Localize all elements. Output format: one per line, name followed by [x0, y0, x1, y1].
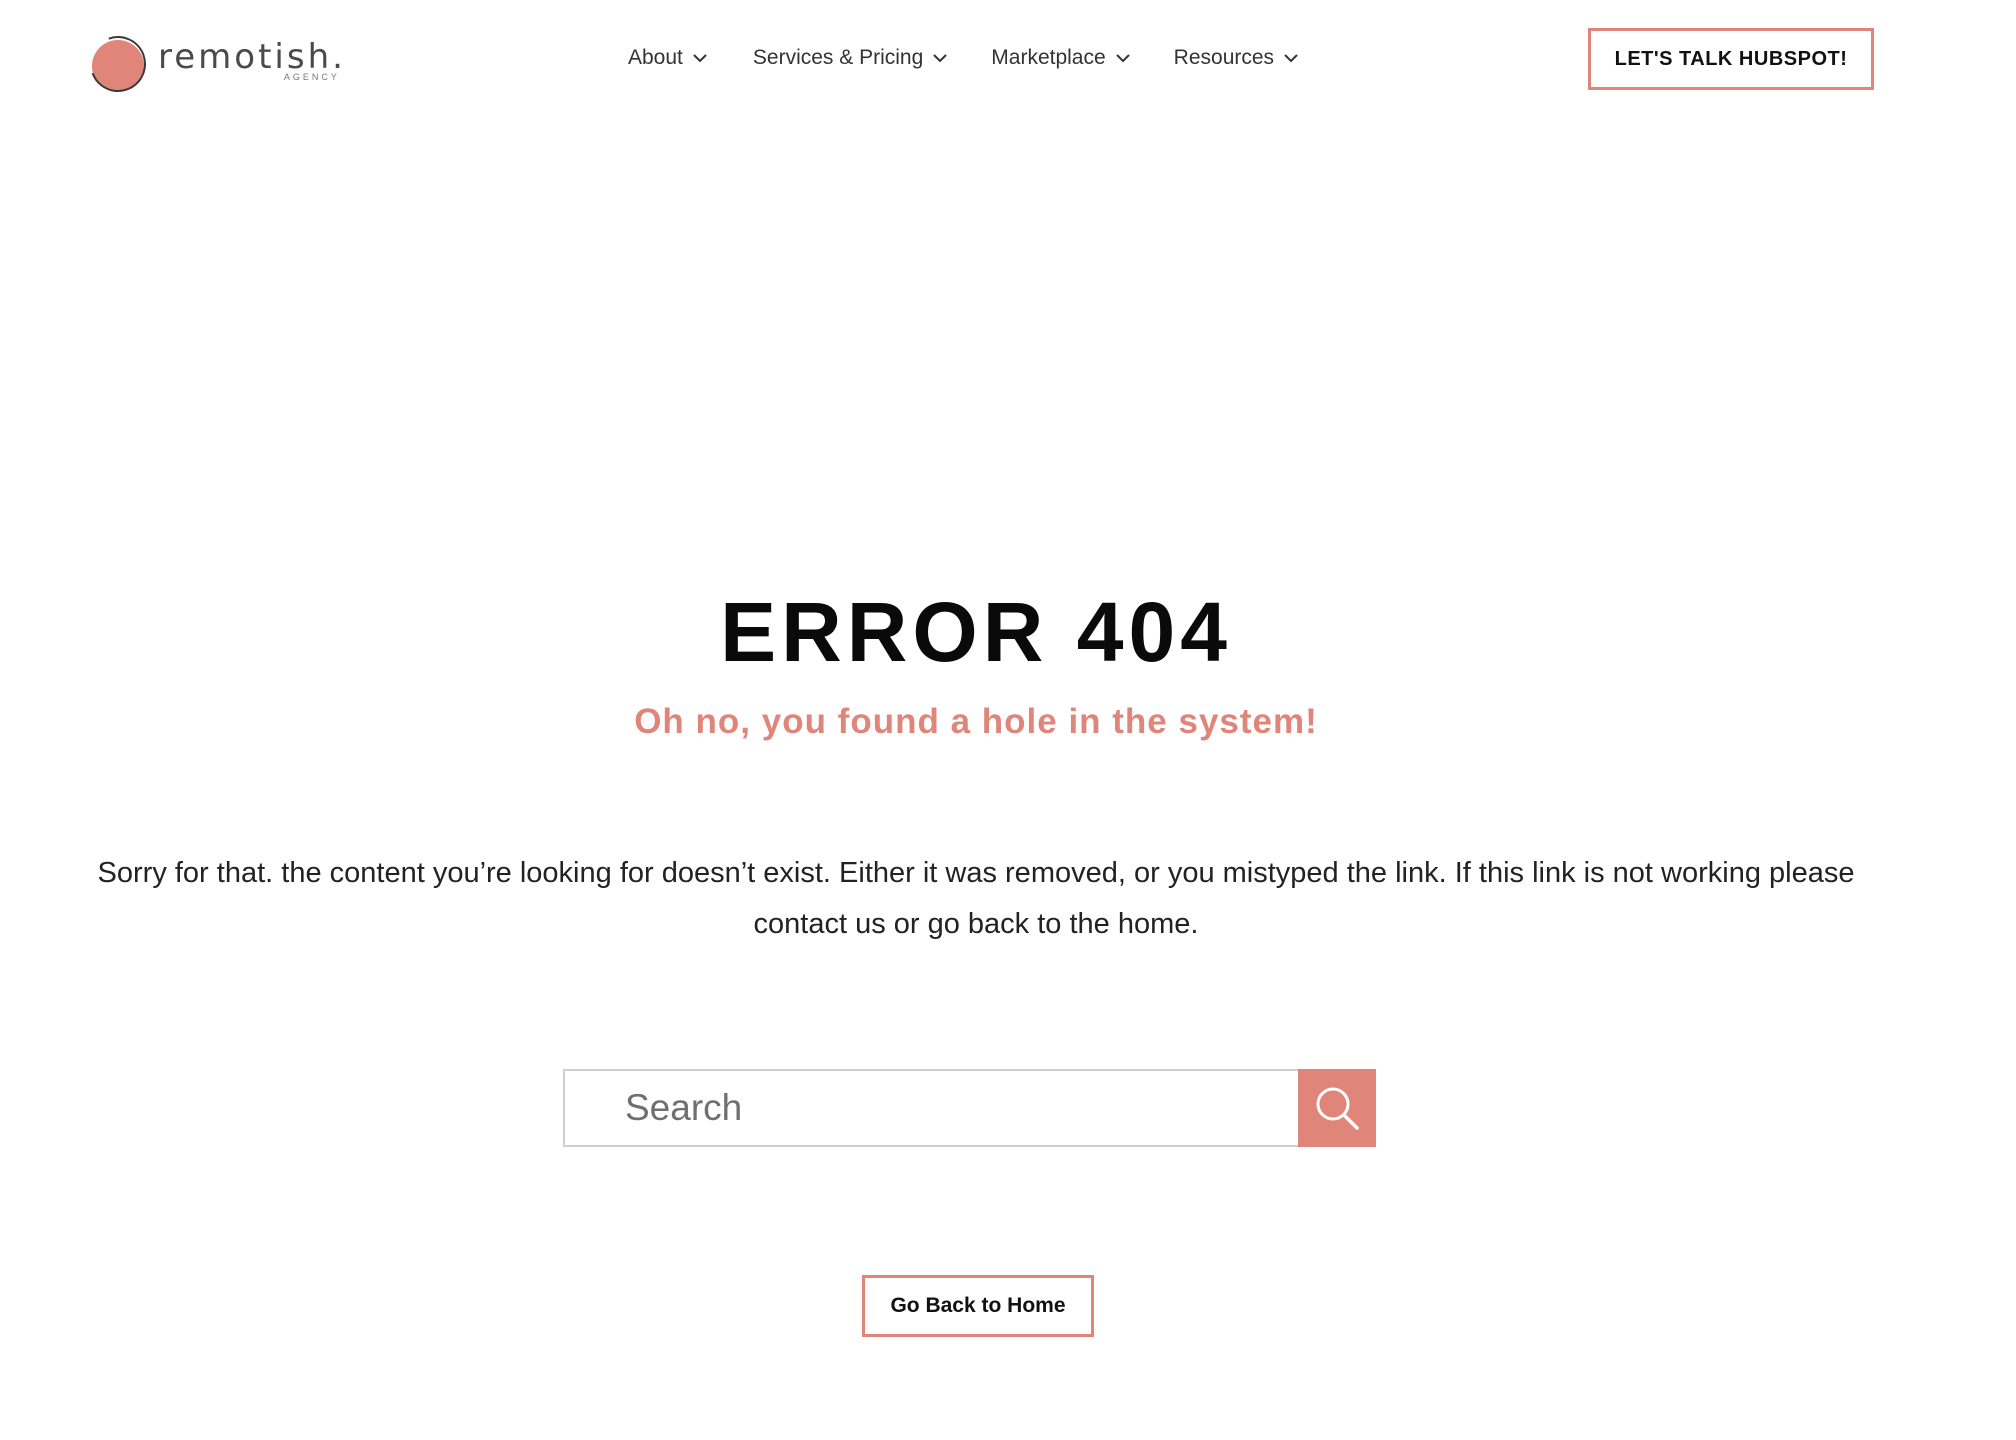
- nav-item-resources[interactable]: Resources: [1174, 46, 1298, 70]
- go-back-home-button[interactable]: Go Back to Home: [862, 1275, 1094, 1337]
- chevron-down-icon: [1284, 54, 1298, 63]
- site-header: remotish. AGENCY About Services & Pricin…: [0, 0, 2016, 120]
- logo[interactable]: remotish. AGENCY: [80, 26, 346, 102]
- search-input[interactable]: [563, 1069, 1298, 1147]
- search-form: [563, 1069, 1376, 1147]
- error-description: Sorry for that. the content you’re looki…: [97, 857, 1855, 940]
- search-icon: [1316, 1087, 1359, 1130]
- page-subtitle: Oh no, you found a hole in the system!: [634, 702, 1318, 741]
- logo-subtitle: AGENCY: [283, 72, 340, 82]
- logo-text: remotish. AGENCY: [158, 38, 346, 82]
- search-button[interactable]: [1298, 1069, 1376, 1147]
- chevron-down-icon: [933, 54, 947, 63]
- nav-item-services-pricing[interactable]: Services & Pricing: [753, 46, 947, 70]
- page-title: ERROR 404: [720, 585, 1232, 679]
- logo-mark-icon: [80, 26, 156, 102]
- nav-item-label: Services & Pricing: [752, 46, 924, 69]
- nav-item-label: Marketplace: [991, 46, 1106, 69]
- nav-item-about[interactable]: About: [628, 46, 707, 70]
- nav-item-label: Resources: [1173, 46, 1275, 69]
- main-nav: About Services & Pricing Marketplace Res…: [628, 46, 1342, 70]
- page: remotish. AGENCY About Services & Pricin…: [0, 0, 2016, 1440]
- chevron-down-icon: [693, 54, 707, 63]
- logo-word: remotish.: [158, 37, 346, 77]
- lets-talk-hubspot-button[interactable]: LET'S TALK HUBSPOT!: [1588, 28, 1874, 90]
- chevron-down-icon: [1115, 54, 1130, 63]
- nav-item-marketplace[interactable]: Marketplace: [991, 46, 1130, 70]
- nav-item-label: About: [628, 46, 683, 69]
